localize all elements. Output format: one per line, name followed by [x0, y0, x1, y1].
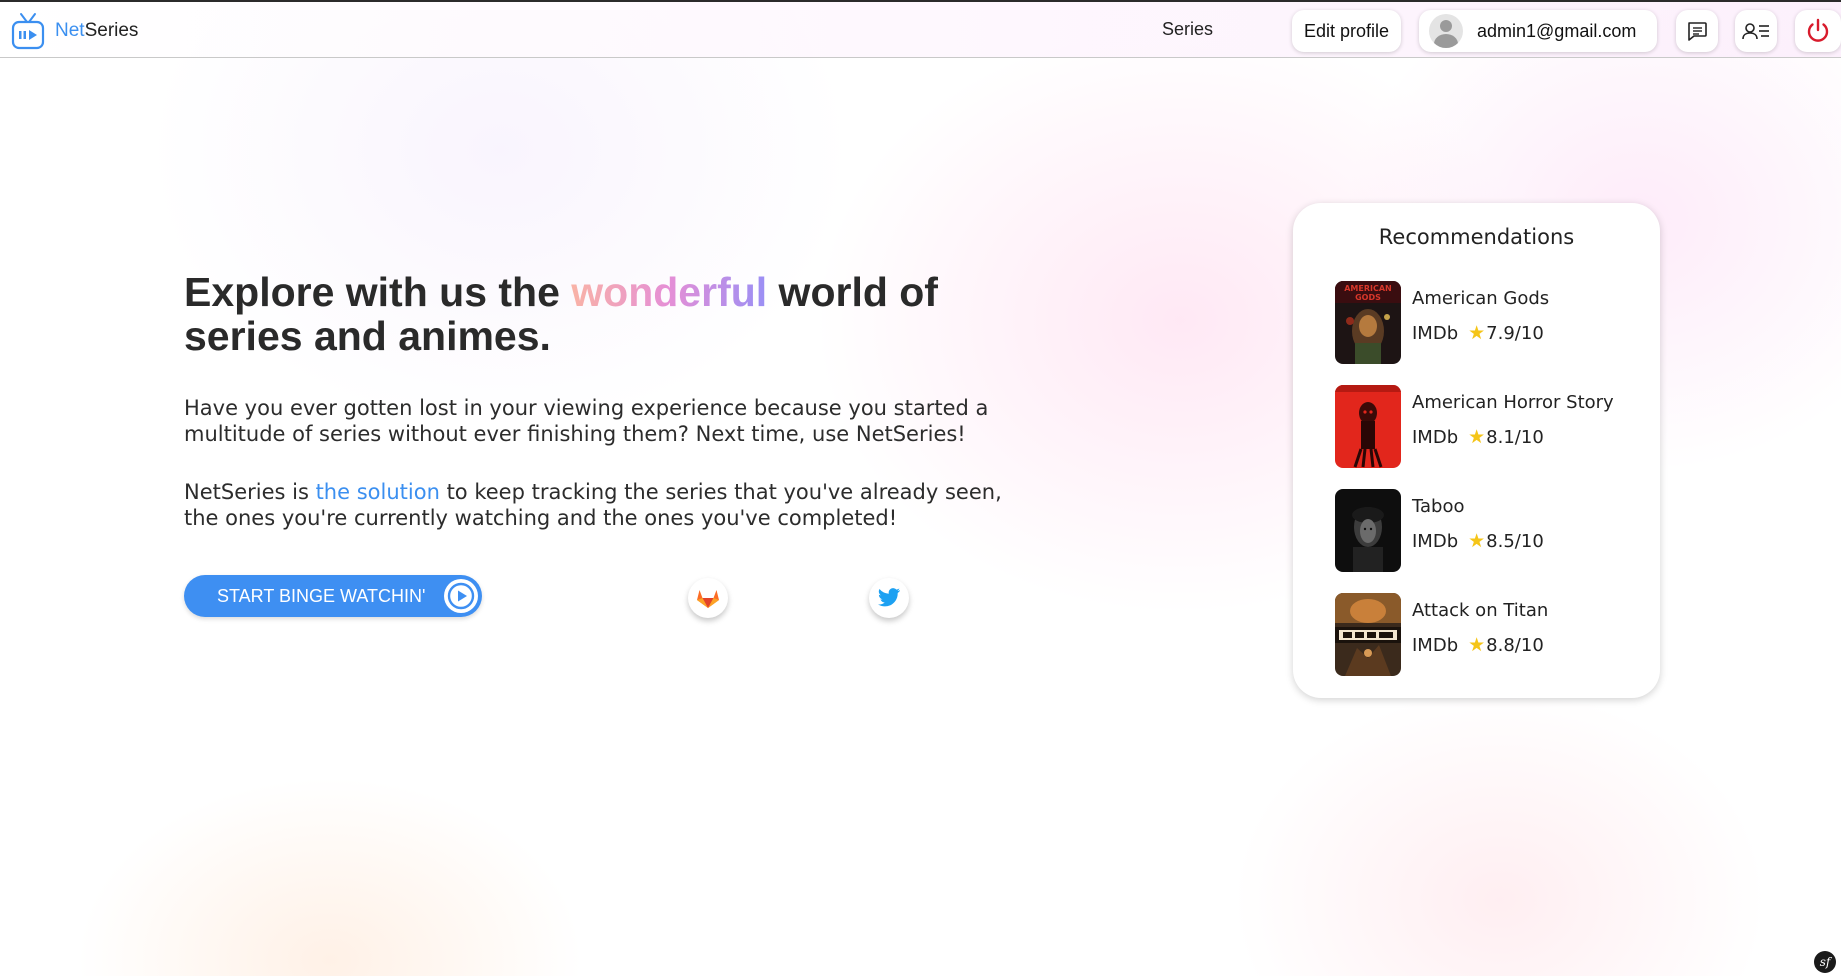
rating-value: 8.8/10: [1486, 634, 1544, 656]
power-icon: [1807, 18, 1829, 42]
hero-paragraph-1: Have you ever gotten lost in your viewin…: [184, 396, 989, 446]
edit-profile-button[interactable]: Edit profile: [1292, 10, 1401, 52]
twitter-icon: [878, 588, 900, 607]
poster-american-gods: AMERICAN GODS: [1335, 281, 1401, 364]
recommendations-title: Recommendations: [1378, 225, 1575, 249]
brand-net: Net: [55, 20, 85, 41]
rating-source: IMDb: [1412, 426, 1459, 448]
tv-icon: [11, 13, 45, 50]
gitlab-icon: [697, 590, 719, 608]
user-profile-button[interactable]: admin1@gmail.com: [1419, 10, 1657, 52]
recommendation-item[interactable]: Attack on Titan IMDb ★ 8.8/10: [1335, 593, 1645, 676]
recommendation-rating: IMDb ★ 8.5/10: [1412, 530, 1544, 552]
hero-paragraph-2-highlight: the solution: [315, 480, 440, 504]
poster-attack-on-titan: [1335, 593, 1401, 676]
star-icon: ★: [1468, 530, 1486, 552]
start-binge-watching-button[interactable]: START BINGE WATCHIN': [184, 575, 482, 617]
rating-source: IMDb: [1412, 530, 1459, 552]
brand-series: Series: [84, 20, 139, 41]
recommendation-rating: IMDb ★ 8.8/10: [1412, 634, 1544, 656]
recommendation-item[interactable]: Taboo IMDb ★ 8.5/10: [1335, 489, 1645, 572]
message-icon: [1688, 22, 1707, 41]
user-email: admin1@gmail.com: [1477, 20, 1637, 41]
recommendation-name: American Gods: [1412, 288, 1550, 309]
recommendation-name: Attack on Titan: [1412, 600, 1549, 621]
recommendations-card: Recommendations AMERICAN GODS American G…: [1293, 203, 1660, 698]
poster-taboo: [1335, 489, 1401, 572]
star-icon: ★: [1468, 322, 1486, 344]
hero-title-highlight: wonderful: [571, 269, 768, 315]
recommendation-rating: IMDb ★ 7.9/10: [1412, 322, 1544, 344]
contacts-icon: [1742, 23, 1769, 40]
rating-source: IMDb: [1412, 634, 1459, 656]
hero-paragraph-2: NetSeries is the solution to keep tracki…: [184, 479, 1014, 531]
symfony-icon[interactable]: sf: [1814, 951, 1836, 973]
avatar: [1429, 14, 1463, 48]
svg-text:AMERICAN: AMERICAN: [1344, 284, 1392, 293]
poster-american-horror-story: [1335, 385, 1401, 468]
recommendation-name: Taboo: [1412, 496, 1465, 517]
cta-label: START BINGE WATCHIN': [217, 585, 426, 606]
rating-value: 8.1/10: [1486, 426, 1544, 448]
rating-value: 8.5/10: [1486, 530, 1544, 552]
recommendation-rating: IMDb ★ 8.1/10: [1412, 426, 1544, 448]
logout-button[interactable]: [1795, 10, 1841, 52]
rating-source: IMDb: [1412, 322, 1459, 344]
brand-link[interactable]: NetSeries: [11, 11, 138, 51]
brand-name: NetSeries: [55, 20, 138, 42]
gitlab-link[interactable]: [688, 578, 728, 618]
twitter-link[interactable]: [869, 578, 909, 618]
top-navbar: NetSeries Series Edit profile admin1@gma…: [0, 0, 1841, 58]
recommendation-item[interactable]: American Horror Story IMDb ★ 8.1/10: [1335, 385, 1645, 468]
svg-text:GODS: GODS: [1355, 293, 1381, 302]
recommendation-item[interactable]: AMERICAN GODS American Gods IMDb ★ 7.9/1…: [1335, 281, 1645, 364]
contacts-button[interactable]: [1735, 10, 1777, 52]
play-circle-icon: [444, 579, 478, 613]
hero-title: Explore with us the wonderful world of s…: [184, 270, 1064, 358]
rating-value: 7.9/10: [1486, 322, 1544, 344]
messages-button[interactable]: [1676, 10, 1718, 52]
star-icon: ★: [1468, 634, 1486, 656]
hero-paragraph-2-start: NetSeries is: [184, 480, 316, 504]
star-icon: ★: [1468, 426, 1486, 448]
hero-title-start: Explore with us the: [184, 269, 572, 315]
nav-series-link[interactable]: Series: [1162, 19, 1213, 40]
recommendation-name: American Horror Story: [1412, 392, 1614, 413]
